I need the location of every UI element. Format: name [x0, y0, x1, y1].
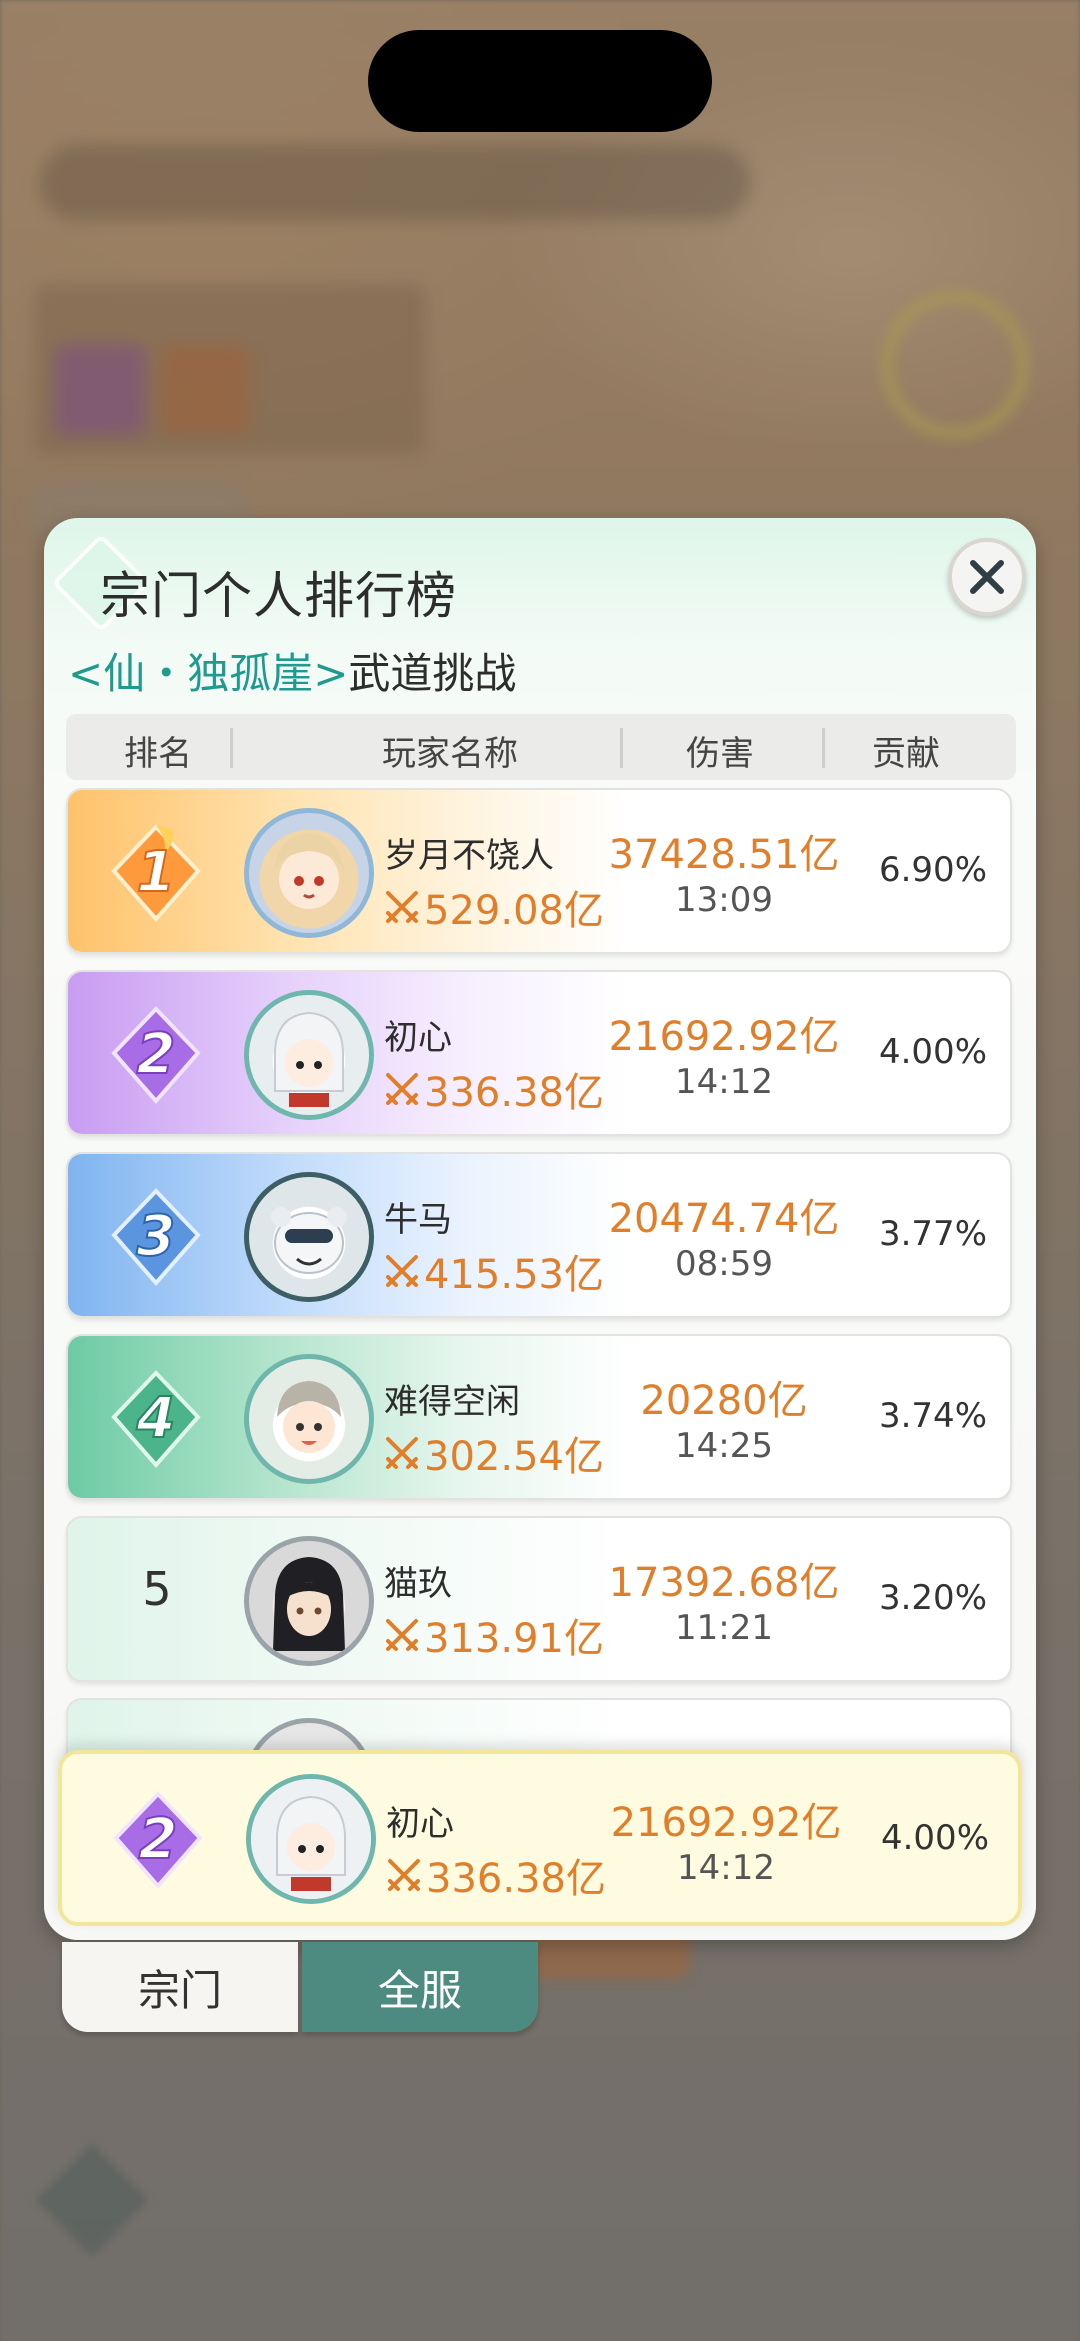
tab-all-server[interactable]: 全服 — [302, 1942, 538, 2032]
svg-text:2: 2 — [139, 1807, 178, 1872]
damage-value: 20474.74亿 — [608, 1196, 840, 1242]
time-value: 11:21 — [675, 1608, 773, 1648]
tab-sect[interactable]: 宗门 — [62, 1942, 298, 2032]
rank-number: 5 — [142, 1562, 172, 1616]
contribution-value: 3.77% — [878, 1214, 987, 1254]
svg-text:1: 1 — [137, 840, 176, 905]
combat-power: 336.38亿 — [386, 1846, 606, 1904]
header-damage: 伤害 — [686, 734, 754, 774]
rank-1-badge-icon: 1 — [111, 824, 201, 923]
close-button[interactable] — [948, 538, 1026, 616]
combat-power: 302.54亿 — [384, 1424, 604, 1482]
rank-3-badge-icon: 3 — [111, 1188, 201, 1287]
combat-power-value: 336.38亿 — [424, 1070, 604, 1116]
player-name: 岁月不饶人 — [384, 836, 554, 876]
time-value: 14:12 — [677, 1848, 775, 1888]
crossed-swords-icon — [386, 891, 418, 923]
damage-value: 21692.92亿 — [608, 1014, 840, 1060]
damage-value: 21692.92亿 — [610, 1800, 842, 1846]
damage-value: 17392.68亿 — [608, 1560, 840, 1606]
table-header: 排名 玩家名称 伤害 贡献 — [66, 714, 1016, 780]
combat-power: 529.08亿 — [384, 878, 604, 936]
contribution-value: 3.20% — [878, 1578, 987, 1618]
avatar — [244, 990, 374, 1120]
rank-2-badge-icon: 2 — [113, 1791, 203, 1890]
header-rank: 排名 — [124, 734, 192, 774]
table-row[interactable]: 1 岁月不饶人 529.08亿 37428.51亿 13:09 6.90% — [66, 788, 1012, 954]
damage-value: 20280亿 — [640, 1378, 808, 1424]
combat-power-value: 415.53亿 — [424, 1252, 604, 1298]
combat-power: 313.91亿 — [384, 1606, 604, 1664]
rank-4-badge-icon: 4 — [111, 1370, 201, 1469]
contribution-value: 3.74% — [878, 1396, 987, 1436]
combat-power: 415.53亿 — [384, 1242, 604, 1300]
header-divider — [230, 728, 233, 768]
avatar — [244, 1536, 374, 1666]
time-value: 14:25 — [675, 1426, 773, 1466]
player-name: 难得空闲 — [384, 1382, 520, 1422]
crossed-swords-icon — [386, 1255, 418, 1287]
player-name: 初心 — [384, 1018, 452, 1058]
table-row[interactable]: 4 难得空闲 302.54亿 20280亿 14:25 3.74% — [66, 1334, 1012, 1500]
avatar — [244, 1172, 374, 1302]
combat-power-value: 336.38亿 — [426, 1856, 606, 1902]
combat-power-value: 302.54亿 — [424, 1434, 604, 1480]
event-name: 武道挑战 — [348, 649, 517, 698]
damage-value: 37428.51亿 — [608, 832, 840, 878]
my-rank-row[interactable]: 2 初心 336.38亿 21692.92亿 14:12 4.00% — [58, 1750, 1022, 1926]
header-divider — [822, 728, 825, 768]
page-title: 宗门个人排行榜 — [100, 567, 457, 625]
header-player-name: 玩家名称 — [382, 734, 518, 774]
avatar — [244, 808, 374, 938]
contribution-value: 4.00% — [878, 1032, 987, 1072]
crossed-swords-icon — [386, 1437, 418, 1469]
svg-text:4: 4 — [136, 1386, 176, 1451]
svg-text:2: 2 — [137, 1022, 176, 1087]
close-icon — [970, 560, 1004, 594]
player-name: 初心 — [386, 1804, 454, 1844]
header-divider — [620, 728, 623, 768]
combat-power: 336.38亿 — [384, 1060, 604, 1118]
time-value: 14:12 — [675, 1062, 773, 1102]
time-value: 13:09 — [675, 880, 773, 920]
player-name: 猫玖 — [384, 1564, 452, 1604]
table-row[interactable]: 3 牛马 415.53亿 20474.74亿 08:59 3.77% — [66, 1152, 1012, 1318]
combat-power-value: 529.08亿 — [424, 888, 604, 934]
combat-power-value: 313.91亿 — [424, 1616, 604, 1662]
avatar — [244, 1354, 374, 1484]
crossed-swords-icon — [386, 1073, 418, 1105]
time-value: 08:59 — [675, 1244, 773, 1284]
header-contribution: 贡献 — [872, 734, 940, 774]
contribution-value: 6.90% — [878, 850, 987, 890]
event-subtitle: <仙・独孤崖>武道挑战 — [68, 640, 516, 701]
crossed-swords-icon — [388, 1859, 420, 1891]
player-name: 牛马 — [384, 1200, 452, 1240]
table-row[interactable]: 2 初心 336.38亿 21692.92亿 14:12 4.00% — [66, 970, 1012, 1136]
table-row[interactable]: 5 猫玖 313.91亿 17392.68亿 11:21 3.20% — [66, 1516, 1012, 1682]
leaderboard-panel: 宗门个人排行榜 <仙・独孤崖>武道挑战 排名 玩家名称 伤害 贡献 1 岁月不饶… — [44, 518, 1036, 1940]
contribution-value: 4.00% — [880, 1818, 989, 1858]
rank-2-badge-icon: 2 — [111, 1006, 201, 1105]
camera-notch — [368, 30, 712, 132]
avatar — [246, 1774, 376, 1904]
svg-text:3: 3 — [137, 1204, 176, 1269]
crossed-swords-icon — [386, 1619, 418, 1651]
sect-name: <仙・独孤崖> — [68, 649, 349, 698]
